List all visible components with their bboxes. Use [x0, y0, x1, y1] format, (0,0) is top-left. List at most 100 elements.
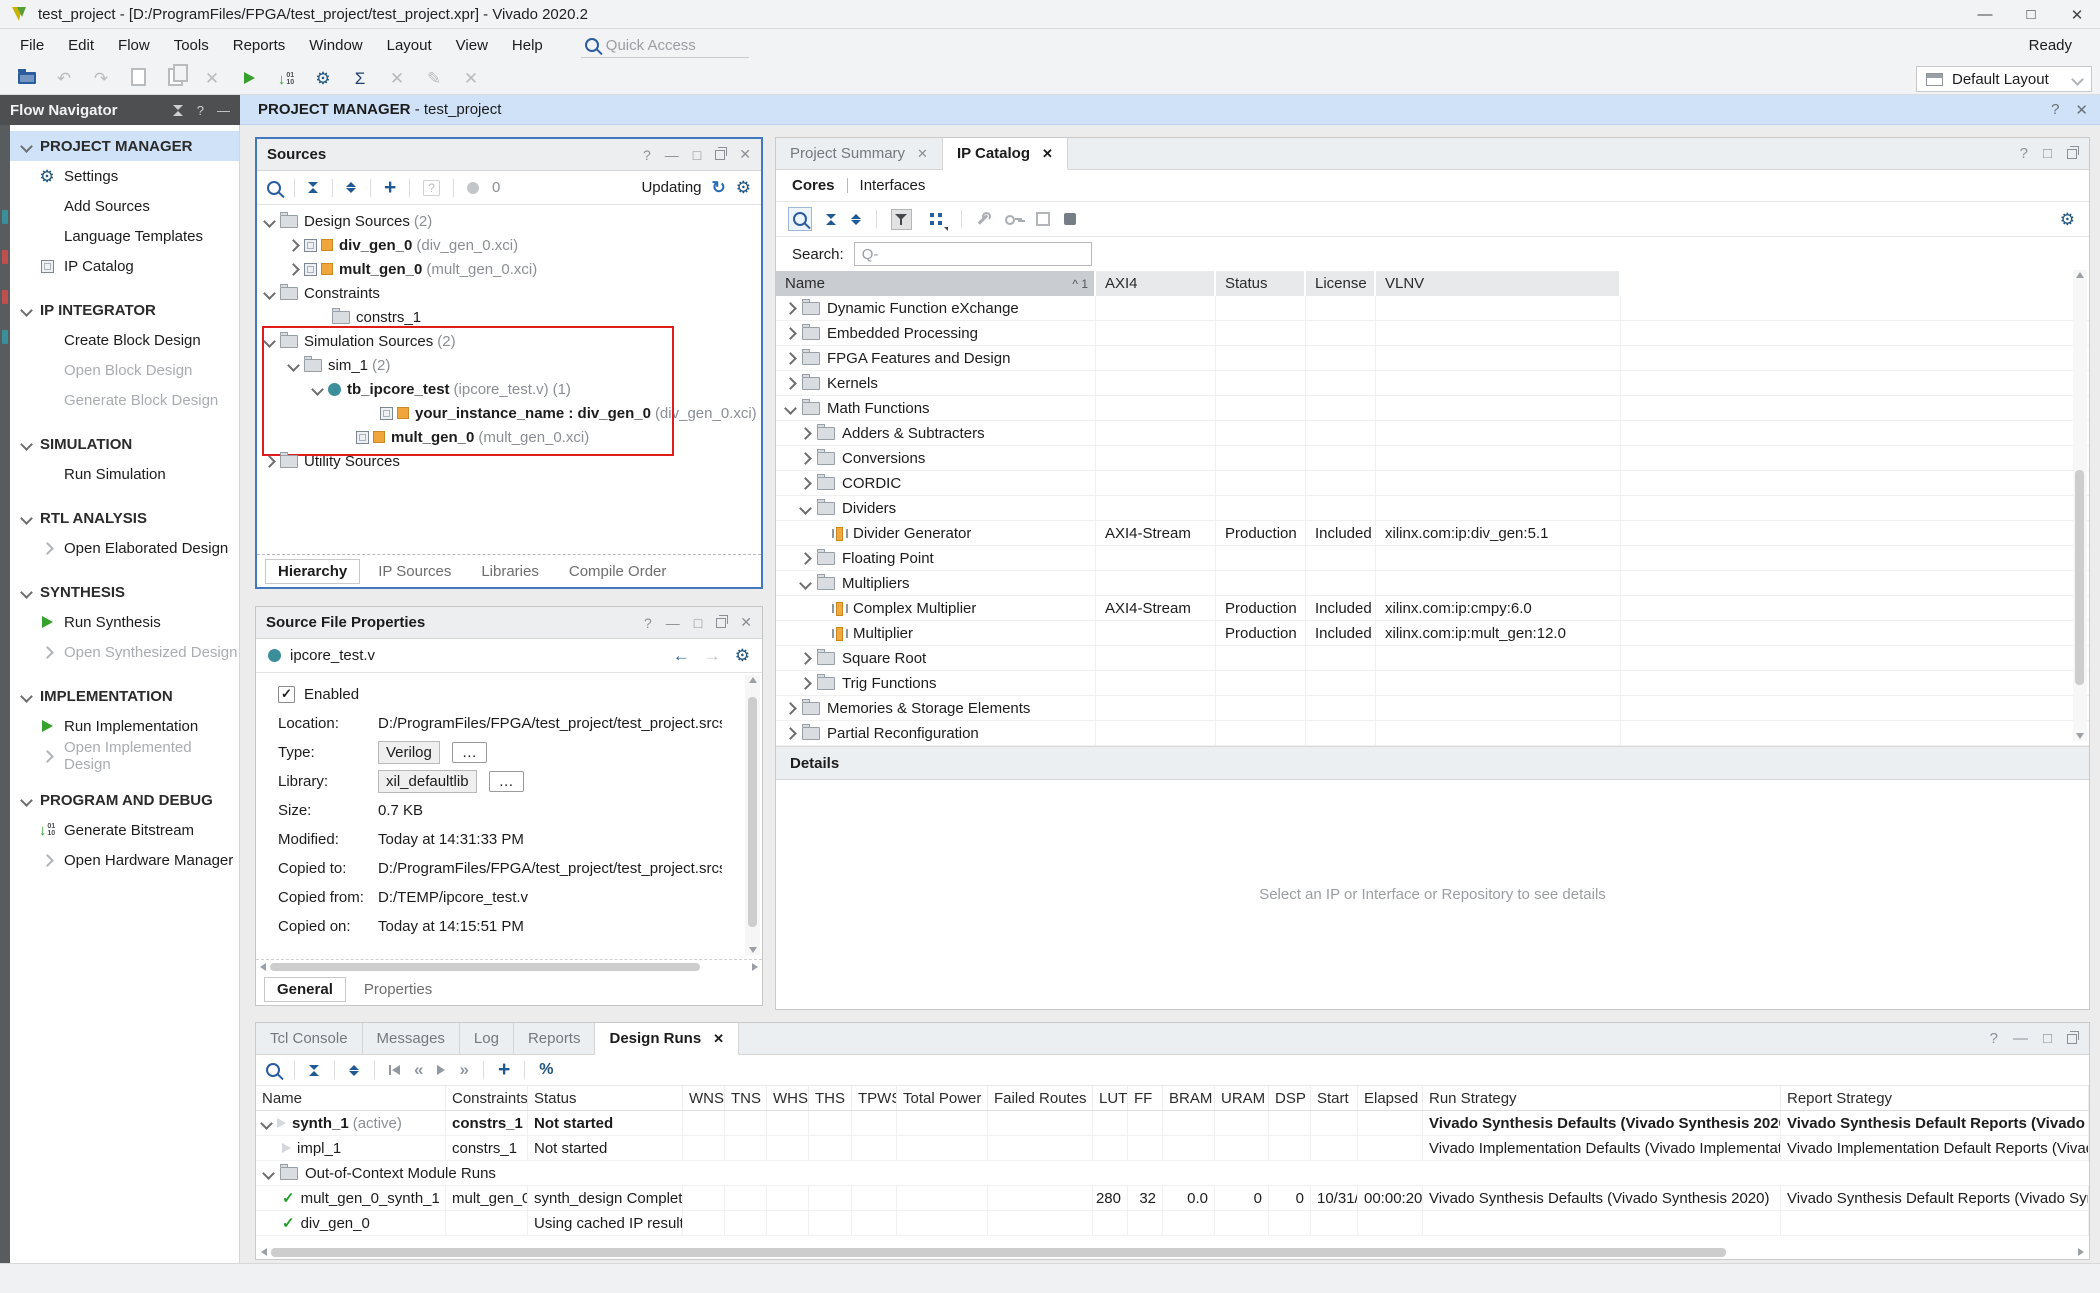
catalog-row[interactable]: Embedded Processing — [776, 321, 2089, 346]
column-header-total-power[interactable]: Total Power — [897, 1086, 988, 1110]
maximize-icon[interactable]: □ — [2043, 145, 2052, 162]
scrollbar-thumb[interactable] — [748, 697, 757, 927]
chevron-down-icon[interactable] — [784, 402, 797, 415]
chevron-right-icon[interactable] — [799, 652, 812, 665]
chevron-down-icon[interactable] — [263, 287, 276, 300]
flow-item-open-implemented-design[interactable]: Open Implemented Design — [10, 741, 239, 771]
column-header-tpws[interactable]: TPWS — [852, 1086, 897, 1110]
flow-item-run-simulation[interactable]: Run Simulation — [10, 459, 239, 489]
collapse-all-icon[interactable] — [309, 1064, 320, 1077]
chevron-right-icon[interactable] — [287, 239, 300, 252]
tree-row[interactable]: your_instance_name : div_gen_0 (div_gen_… — [257, 401, 761, 425]
scroll-down-icon[interactable] — [2076, 733, 2084, 739]
help-icon[interactable]: ? — [2051, 101, 2059, 119]
enabled-checkbox[interactable]: ✓ — [278, 686, 295, 703]
scroll-right-icon[interactable] — [752, 963, 758, 971]
tree-row[interactable]: tb_ipcore_test (ipcore_test.v) (1) — [257, 377, 761, 401]
flow-section-header[interactable]: IP INTEGRATOR — [10, 295, 239, 325]
browse-button[interactable]: … — [489, 771, 524, 792]
column-header-uram[interactable]: URAM — [1215, 1086, 1269, 1110]
close-tab-icon[interactable]: ✕ — [1042, 146, 1053, 162]
chevron-right-icon[interactable] — [784, 702, 797, 715]
quick-access-input[interactable]: Quick Access — [581, 34, 749, 58]
forward-arrow-icon[interactable]: → — [704, 646, 721, 666]
catalog-row[interactable]: Partial Reconfiguration — [776, 721, 2089, 746]
flow-item-run-implementation[interactable]: Run Implementation — [10, 711, 239, 741]
tree-row[interactable]: Design Sources (2) — [257, 209, 761, 233]
flow-item-create-block-design[interactable]: Create Block Design — [10, 325, 239, 355]
close-icon[interactable]: ✕ — [739, 146, 751, 163]
column-header-axi4[interactable]: AXI4 — [1096, 271, 1216, 296]
maximize-icon[interactable]: □ — [2008, 0, 2054, 29]
report-sigma-icon[interactable]: Σ — [349, 70, 371, 87]
undo-icon[interactable]: ↶ — [53, 70, 75, 87]
cancel-synthesis-icon[interactable]: ✕ — [386, 70, 408, 87]
scroll-left-icon[interactable] — [260, 963, 266, 971]
chevron-right-icon[interactable] — [784, 727, 797, 740]
column-header-ff[interactable]: FF — [1128, 1086, 1163, 1110]
column-header-name[interactable]: Name — [256, 1086, 446, 1110]
chevron-down-icon[interactable] — [263, 335, 276, 348]
tab-libraries[interactable]: Libraries — [469, 560, 551, 583]
scrollbar-thumb[interactable] — [2075, 470, 2084, 685]
float-icon[interactable] — [716, 618, 726, 628]
menu-file[interactable]: File — [8, 37, 56, 54]
view-interfaces[interactable]: Interfaces — [860, 177, 926, 194]
column-header-failed-routes[interactable]: Failed Routes — [988, 1086, 1093, 1110]
run-icon[interactable] — [238, 70, 260, 87]
tab-reports[interactable]: Reports — [514, 1023, 596, 1054]
expand-all-icon[interactable] — [349, 1064, 360, 1077]
back-arrow-icon[interactable]: ← — [673, 646, 690, 666]
vertical-scrollbar[interactable] — [2073, 270, 2087, 741]
scroll-down-icon[interactable] — [749, 947, 757, 953]
chevron-down-icon[interactable] — [799, 577, 812, 590]
scroll-left-icon[interactable] — [261, 1248, 267, 1256]
design-run-row[interactable]: synth_1 (active)constrs_1Not startedViva… — [256, 1111, 2089, 1136]
column-header-wns[interactable]: WNS — [683, 1086, 725, 1110]
flow-item-add-sources[interactable]: Add Sources — [10, 191, 239, 221]
browse-button[interactable]: … — [452, 742, 487, 763]
chevron-right-icon[interactable] — [799, 427, 812, 440]
minimize-icon[interactable]: — — [2013, 1030, 2028, 1047]
chevron-right-icon[interactable] — [784, 352, 797, 365]
filter-icon[interactable] — [891, 209, 912, 230]
chevron-right-icon[interactable] — [784, 377, 797, 390]
chevron-down-icon[interactable] — [262, 1167, 275, 1180]
property-input[interactable]: xil_defaultlib — [378, 770, 477, 793]
tree-row[interactable]: sim_1 (2) — [257, 353, 761, 377]
catalog-row[interactable]: Square Root — [776, 646, 2089, 671]
menu-help[interactable]: Help — [500, 37, 555, 54]
catalog-row[interactable]: Trig Functions — [776, 671, 2089, 696]
tree-row[interactable]: mult_gen_0 (mult_gen_0.xci) — [257, 425, 761, 449]
design-run-row[interactable]: impl_1constrs_1Not startedVivado Impleme… — [256, 1136, 2089, 1161]
expand-all-icon[interactable] — [851, 213, 862, 226]
catalog-row[interactable]: Dividers — [776, 496, 2089, 521]
catalog-row[interactable]: Conversions — [776, 446, 2089, 471]
column-header-status[interactable]: Status — [1216, 271, 1306, 296]
column-header-lut[interactable]: LUT — [1093, 1086, 1128, 1110]
vertical-scrollbar[interactable] — [745, 675, 760, 955]
copy-icon[interactable] — [127, 68, 149, 89]
view-cores[interactable]: Cores — [792, 177, 835, 194]
scrollbar-thumb[interactable] — [271, 1248, 1726, 1257]
flow-item-open-synthesized-design[interactable]: Open Synthesized Design — [10, 637, 239, 667]
tab-ip-catalog[interactable]: IP Catalog✕ — [943, 138, 1068, 170]
scroll-right-icon[interactable] — [2078, 1248, 2084, 1256]
flow-item-open-elaborated-design[interactable]: Open Elaborated Design — [10, 533, 239, 563]
menu-tools[interactable]: Tools — [162, 37, 221, 54]
minimize-icon[interactable]: — — [665, 147, 679, 163]
column-header-elapsed[interactable]: Elapsed — [1358, 1086, 1423, 1110]
help-icon[interactable]: ? — [2020, 145, 2028, 162]
column-header-run-strategy[interactable]: Run Strategy — [1423, 1086, 1781, 1110]
settings-gear-icon[interactable]: ⚙ — [312, 70, 334, 87]
flow-section-header[interactable]: PROJECT MANAGER — [10, 131, 239, 161]
scrollbar-thumb[interactable] — [270, 963, 700, 971]
chevron-down-icon[interactable] — [311, 383, 324, 396]
column-header-tns[interactable]: TNS — [725, 1086, 767, 1110]
catalog-row[interactable]: Kernels — [776, 371, 2089, 396]
tree-row[interactable]: Utility Sources — [257, 449, 761, 473]
maximize-icon[interactable]: □ — [693, 147, 701, 163]
catalog-row[interactable]: Complex MultiplierAXI4-StreamProductionI… — [776, 596, 2089, 621]
search-icon[interactable] — [788, 207, 812, 231]
catalog-row[interactable]: Math Functions — [776, 396, 2089, 421]
